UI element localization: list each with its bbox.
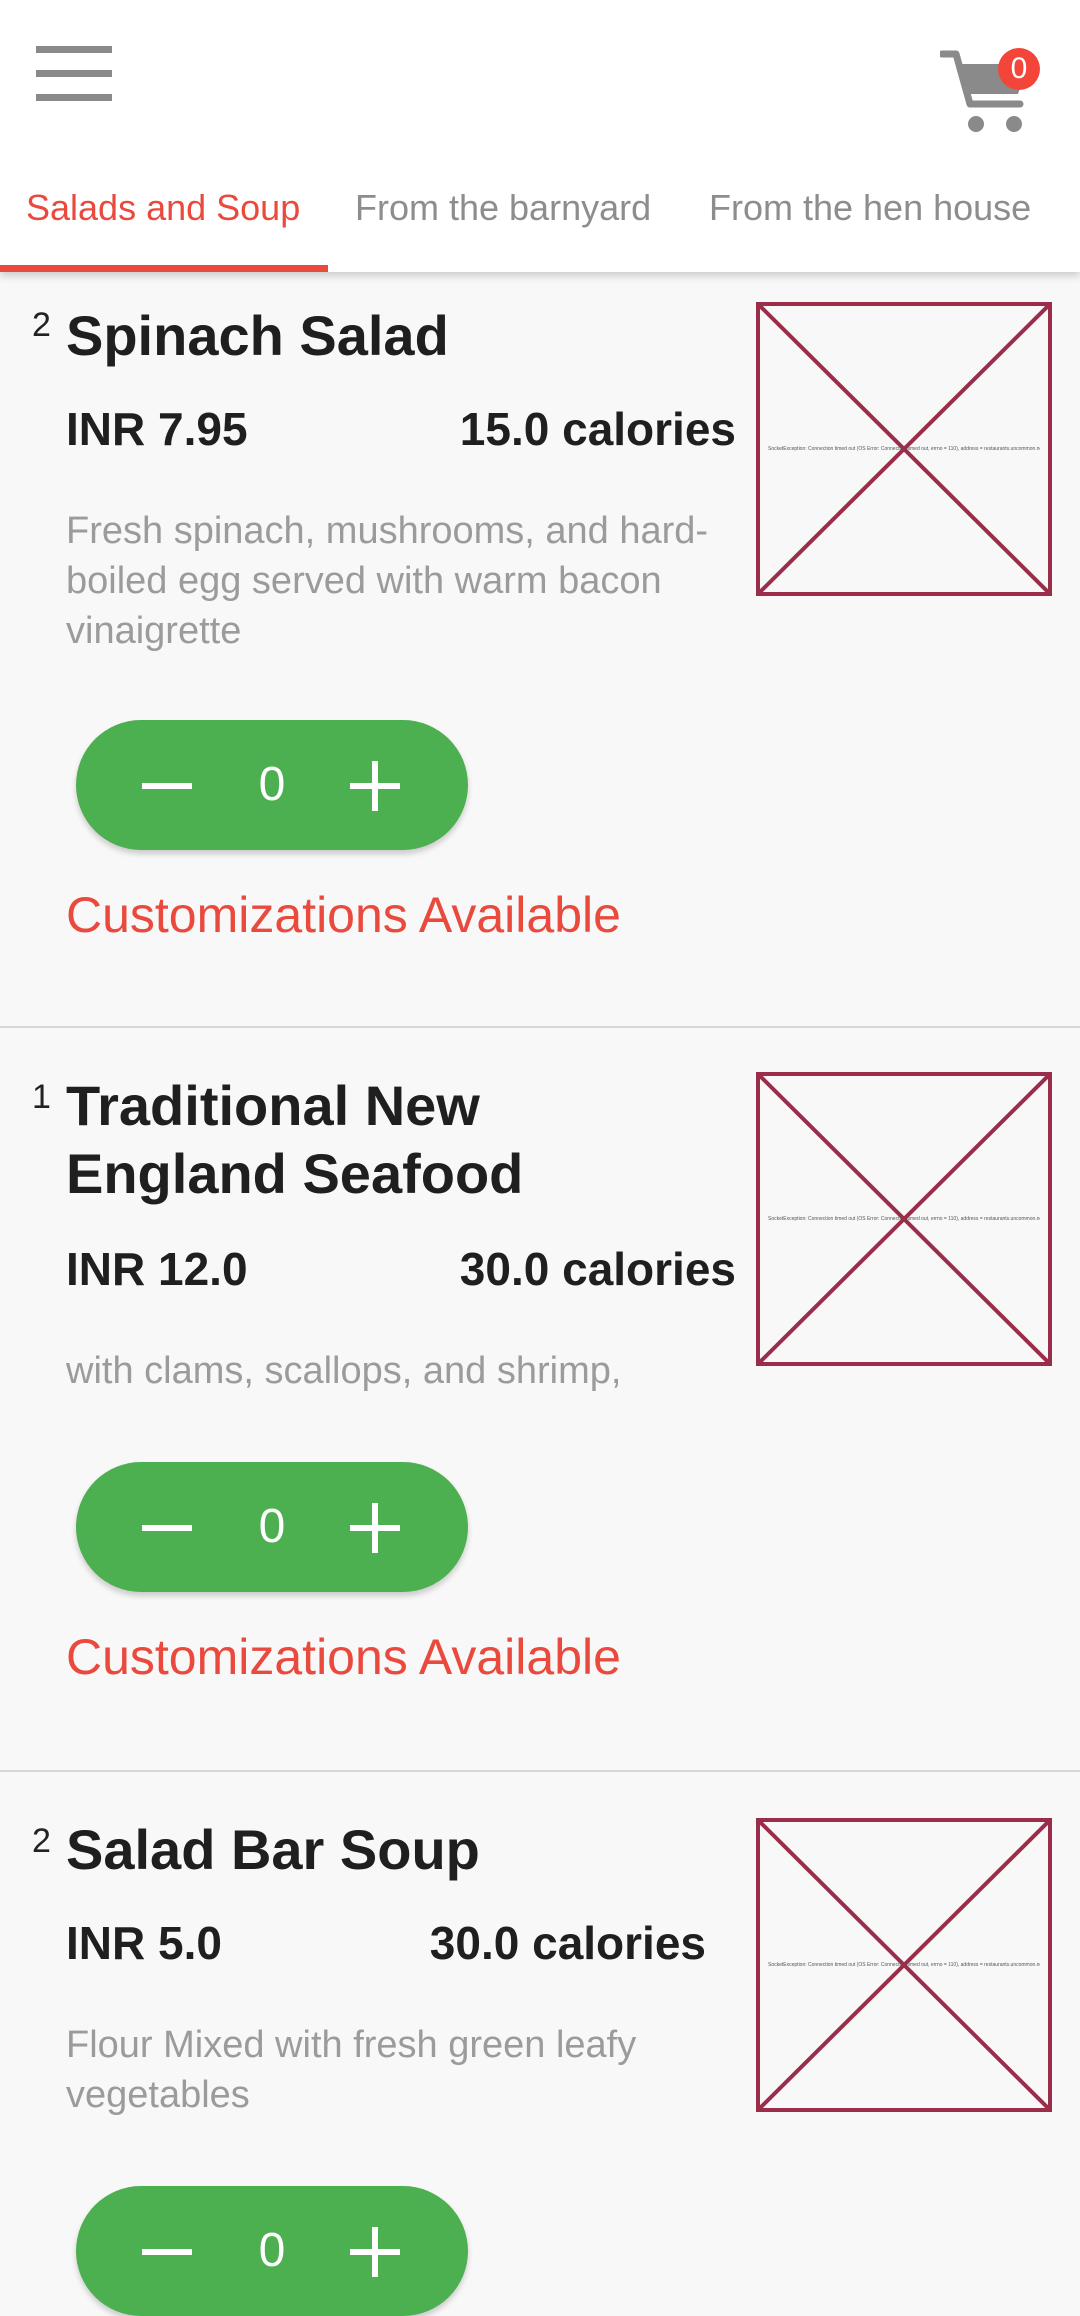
quantity-value: 0: [258, 758, 286, 811]
category-tabs: Salads and Soup From the barnyard From t…: [0, 168, 1080, 272]
image-error-text: SocketException: Connection timed out (O…: [768, 1216, 1040, 1222]
item-image-error-placeholder: SocketException: Connection timed out (O…: [756, 1072, 1052, 1366]
item-image-error-placeholder: SocketException: Connection timed out (O…: [756, 302, 1052, 596]
item-image-error-placeholder: SocketException: Connection timed out (O…: [756, 1818, 1052, 2112]
image-error-text: SocketException: Connection timed out (O…: [768, 446, 1040, 452]
quantity-stepper: 0: [76, 1462, 468, 1592]
quantity-stepper: 0: [76, 720, 468, 850]
decrement-button[interactable]: [118, 1462, 218, 1592]
app-bar: 0 Salads and Soup From the barnyard From…: [0, 0, 1080, 272]
item-description: with clams, scallops, and shrimp,: [66, 1350, 622, 1392]
item-calories: 15.0 calories: [459, 403, 736, 455]
item-name: Salad Bar Soup: [66, 1818, 480, 1881]
increment-button[interactable]: [326, 1462, 426, 1592]
item-description: Fresh spinach, mushrooms, and hard-boile…: [66, 510, 709, 652]
item-quantity-badge: 2: [32, 306, 51, 344]
item-name: Traditional New England Seafood: [66, 1074, 524, 1205]
tab-from-the-hen-house[interactable]: From the hen house: [709, 168, 1031, 272]
increment-button[interactable]: [326, 2186, 426, 2316]
decrement-button[interactable]: [118, 2186, 218, 2316]
item-description: Flour Mixed with fresh green leafy veget…: [66, 2024, 637, 2116]
minus-icon: [142, 2249, 192, 2255]
menu-item: 2 Spinach Salad INR 7.95 15.0 calories F…: [0, 272, 1080, 1028]
tab-salads-and-soup[interactable]: Salads and Soup: [26, 168, 300, 272]
shopping-cart-button[interactable]: 0: [938, 48, 1040, 136]
decrement-button[interactable]: [118, 720, 218, 850]
item-calories: 30.0 calories: [459, 1243, 736, 1295]
item-price: INR 7.95: [66, 403, 248, 455]
minus-icon: [142, 783, 192, 789]
increment-button[interactable]: [326, 720, 426, 850]
customizations-link[interactable]: Customizations Available: [66, 1628, 621, 1686]
quantity-value: 0: [258, 2224, 286, 2277]
item-name: Spinach Salad: [66, 304, 449, 367]
menu-item: 2 Salad Bar Soup INR 5.0 30.0 calories F…: [0, 1772, 1080, 2316]
item-calories: 30.0 calories: [429, 1917, 706, 1969]
quantity-value: 0: [258, 1500, 286, 1553]
item-quantity-badge: 2: [32, 1822, 51, 1860]
hamburger-menu-icon[interactable]: [36, 46, 112, 102]
minus-icon: [142, 1525, 192, 1531]
cart-count-badge: 0: [998, 48, 1040, 90]
image-error-text: SocketException: Connection timed out (O…: [768, 1962, 1040, 1968]
active-tab-indicator: [0, 265, 328, 272]
quantity-stepper: 0: [76, 2186, 468, 2316]
item-price: INR 5.0: [66, 1917, 222, 1969]
customizations-link[interactable]: Customizations Available: [66, 886, 621, 944]
item-quantity-badge: 1: [32, 1078, 51, 1116]
item-price: INR 12.0: [66, 1243, 248, 1295]
menu-item: 1 Traditional New England Seafood INR 12…: [0, 1028, 1080, 1772]
tab-from-the-barnyard[interactable]: From the barnyard: [355, 168, 651, 272]
